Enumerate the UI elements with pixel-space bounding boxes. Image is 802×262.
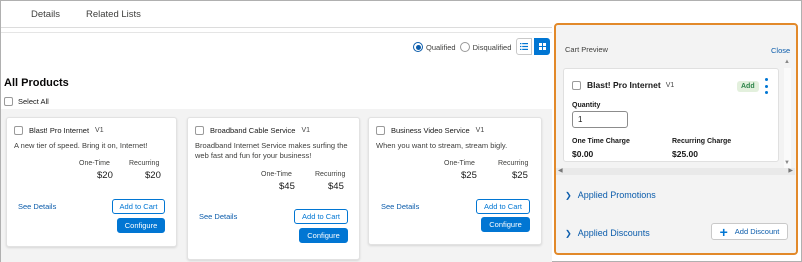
cart-item-header: Blast! Pro Internet V1 — [572, 80, 674, 90]
add-to-cart-button[interactable]: Add to Cart — [476, 199, 530, 214]
recurring-price: $25 — [512, 170, 528, 181]
one-time-charge-value: $0.00 — [572, 149, 594, 159]
product-checkbox[interactable] — [195, 126, 204, 135]
see-details-link[interactable]: See Details — [18, 202, 56, 211]
tab-related-lists[interactable]: Related Lists — [86, 9, 141, 20]
scroll-up-icon[interactable]: ▲ — [784, 59, 790, 65]
grid-view-icon — [538, 43, 546, 50]
one-time-charge-label: One Time Charge — [572, 138, 630, 145]
cart-title: Cart Preview — [565, 45, 608, 54]
scroll-left-icon[interactable]: ◀ — [558, 167, 563, 174]
cart-item-checkbox[interactable] — [572, 80, 581, 90]
one-time-label: One-Time — [79, 160, 110, 167]
product-name: Broadband Cable Service — [210, 126, 296, 135]
one-time-price: $45 — [279, 181, 295, 192]
cart-item-name: Blast! Pro Internet — [587, 80, 661, 90]
list-view-icon — [520, 43, 528, 50]
vertical-scrollbar[interactable] — [784, 68, 791, 172]
product-name: Business Video Service — [391, 126, 470, 135]
chevron-right-icon: ❯ — [565, 190, 572, 200]
plus-icon: + — [719, 223, 728, 240]
recurring-price: $20 — [145, 170, 161, 181]
qualified-label: Qualified — [426, 42, 456, 52]
applied-promotions-section[interactable]: ❯ Applied Promotions — [565, 190, 656, 200]
cart-close-link[interactable]: Close — [771, 46, 790, 55]
cart-item-card: Blast! Pro Internet V1 Add Quantity One … — [563, 68, 779, 162]
product-checkbox[interactable] — [14, 126, 23, 135]
select-all-label: Select All — [18, 97, 49, 106]
add-to-cart-button[interactable]: Add to Cart — [294, 209, 348, 224]
configure-button[interactable]: Configure — [299, 228, 348, 243]
configure-button[interactable]: Configure — [117, 218, 165, 233]
applied-discounts-section[interactable]: ❯ Applied Discounts — [565, 228, 650, 238]
product-header: Broadband Cable Service V1 — [195, 126, 310, 135]
scroll-down-icon[interactable]: ▼ — [784, 160, 790, 166]
product-description: Broadband Internet Service makes surfing… — [195, 141, 348, 160]
add-discount-label: Add Discount — [734, 227, 780, 236]
quantity-label: Quantity — [572, 102, 601, 109]
one-time-label: One-Time — [261, 171, 292, 178]
product-name: Blast! Pro Internet — [29, 126, 90, 135]
add-discount-button[interactable]: + Add Discount — [711, 223, 788, 240]
one-time-label: One-Time — [444, 160, 475, 167]
add-to-cart-button[interactable]: Add to Cart — [112, 199, 165, 214]
product-header: Blast! Pro Internet V1 — [14, 126, 104, 135]
status-badge: Add — [737, 81, 759, 92]
recurring-price: $45 — [328, 181, 344, 192]
one-time-price: $20 — [97, 170, 113, 181]
view-toggle — [516, 38, 550, 55]
product-version: V1 — [301, 127, 311, 134]
qualification-filter: Qualified Disqualified — [413, 39, 515, 55]
horizontal-scrollbar[interactable]: ◀ ▶ — [556, 168, 795, 175]
catalog-heading: All Products — [4, 77, 69, 89]
scroll-right-icon[interactable]: ▶ — [788, 167, 793, 174]
product-description: A new tier of speed. Bring it on, Intern… — [14, 141, 148, 150]
page-frame: Details Related Lists Qualified Disquali… — [0, 0, 802, 262]
product-version: V1 — [475, 127, 485, 134]
applied-promotions-label: Applied Promotions — [577, 190, 656, 200]
disqualified-label: Disqualified — [472, 42, 512, 52]
applied-discounts-label: Applied Discounts — [577, 228, 650, 238]
product-version: V1 — [95, 127, 104, 134]
cart-item-version: V1 — [665, 81, 675, 89]
select-all[interactable]: Select All — [4, 97, 49, 106]
recurring-charge-label: Recurring Charge — [672, 138, 732, 145]
recurring-label: Recurring — [129, 160, 160, 167]
recurring-label: Recurring — [315, 171, 346, 178]
product-header: Business Video Service V1 — [376, 126, 484, 135]
configure-button[interactable]: Configure — [481, 217, 530, 232]
chevron-right-icon: ❯ — [565, 228, 572, 238]
select-all-checkbox[interactable] — [4, 97, 13, 106]
quantity-input[interactable] — [572, 111, 628, 128]
one-time-price: $25 — [461, 170, 477, 181]
cart-preview-panel: Cart Preview Close Blast! Pro Internet V… — [554, 23, 798, 255]
product-description: When you want to stream, stream bigly. — [376, 141, 508, 150]
product-checkbox[interactable] — [376, 126, 385, 135]
product-card: Broadband Cable Service V1 Broadband Int… — [187, 117, 360, 260]
disqualified-radio[interactable] — [459, 42, 470, 52]
see-details-link[interactable]: See Details — [199, 212, 237, 221]
list-view-button[interactable] — [516, 38, 532, 55]
product-card: Blast! Pro Internet V1 A new tier of spe… — [6, 117, 177, 247]
qualified-radio[interactable] — [413, 42, 423, 52]
grid-view-button[interactable] — [534, 38, 550, 55]
recurring-charge-value: $25.00 — [672, 149, 698, 159]
product-card: Business Video Service V1 When you want … — [368, 117, 542, 245]
divider — [1, 32, 552, 33]
tab-details[interactable]: Details — [31, 9, 60, 20]
recurring-label: Recurring — [498, 160, 529, 167]
record-tabs: Details Related Lists — [1, 1, 552, 28]
kebab-menu-icon[interactable] — [762, 78, 770, 94]
see-details-link[interactable]: See Details — [381, 202, 419, 211]
